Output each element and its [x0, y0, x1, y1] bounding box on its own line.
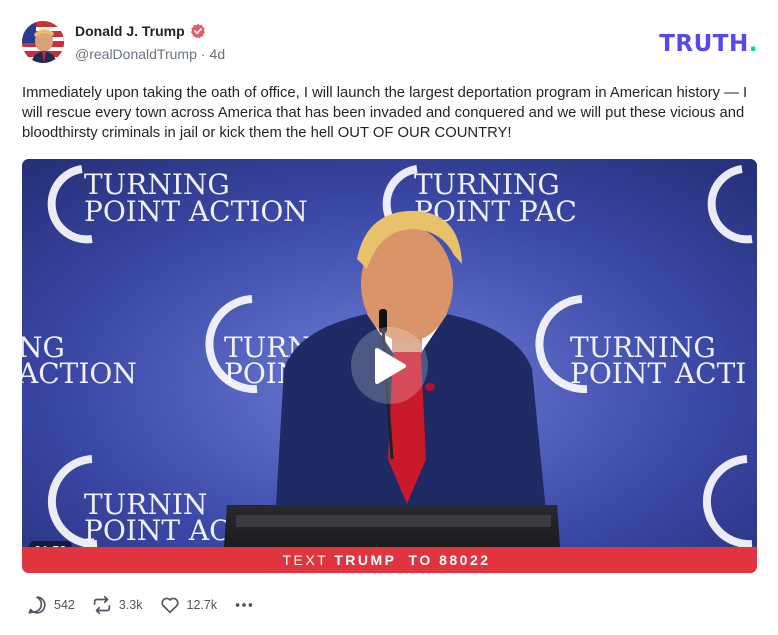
play-icon: [374, 347, 406, 384]
more-options-button[interactable]: [233, 594, 255, 616]
like-count: 12.7k: [186, 598, 218, 612]
backdrop-logo-text: POINT ACTI: [570, 357, 746, 390]
banner-suffix: TO 88022: [408, 552, 491, 568]
backdrop-logo-text: ACTION: [22, 357, 137, 390]
verified-badge-icon: [190, 23, 205, 39]
backdrop-logo-text: POINT ACTION: [84, 195, 308, 228]
retruth-count: 3.3k: [118, 598, 143, 612]
reply-button[interactable]: 542: [26, 594, 75, 616]
backdrop-logo-text: POINT AC: [84, 514, 231, 547]
reply-count: 542: [54, 598, 75, 612]
play-button[interactable]: [351, 327, 428, 404]
post-body: Immediately upon taking the oath of offi…: [22, 85, 748, 141]
author-name[interactable]: Donald J. Trump: [75, 23, 185, 39]
video-banner: TEXT TRUMP TO 88022: [22, 547, 757, 573]
retruth-button[interactable]: 3.3k: [91, 594, 143, 616]
post-timestamp[interactable]: 4d: [210, 46, 226, 62]
banner-keyword: TRUMP: [334, 552, 397, 568]
post-header: Donald J. Trump @realDonaldTrump · 4d TR…: [22, 20, 758, 66]
avatar[interactable]: [22, 21, 64, 63]
like-icon: [160, 597, 179, 614]
post-actions: 542 3.3k 12.7k: [26, 594, 271, 616]
more-icon: [235, 603, 253, 607]
banner-prefix: TEXT: [282, 552, 329, 568]
like-button[interactable]: 12.7k: [159, 594, 218, 616]
video-player[interactable]: TURNING POINT ACTION TURNING POINT PAC T…: [22, 159, 757, 573]
retruth-icon: [93, 595, 111, 615]
truth-social-logo[interactable]: TRUTH.: [659, 31, 758, 57]
meta-separator: ·: [200, 46, 206, 62]
reply-icon: [28, 596, 46, 614]
author-handle[interactable]: @realDonaldTrump: [75, 46, 197, 62]
